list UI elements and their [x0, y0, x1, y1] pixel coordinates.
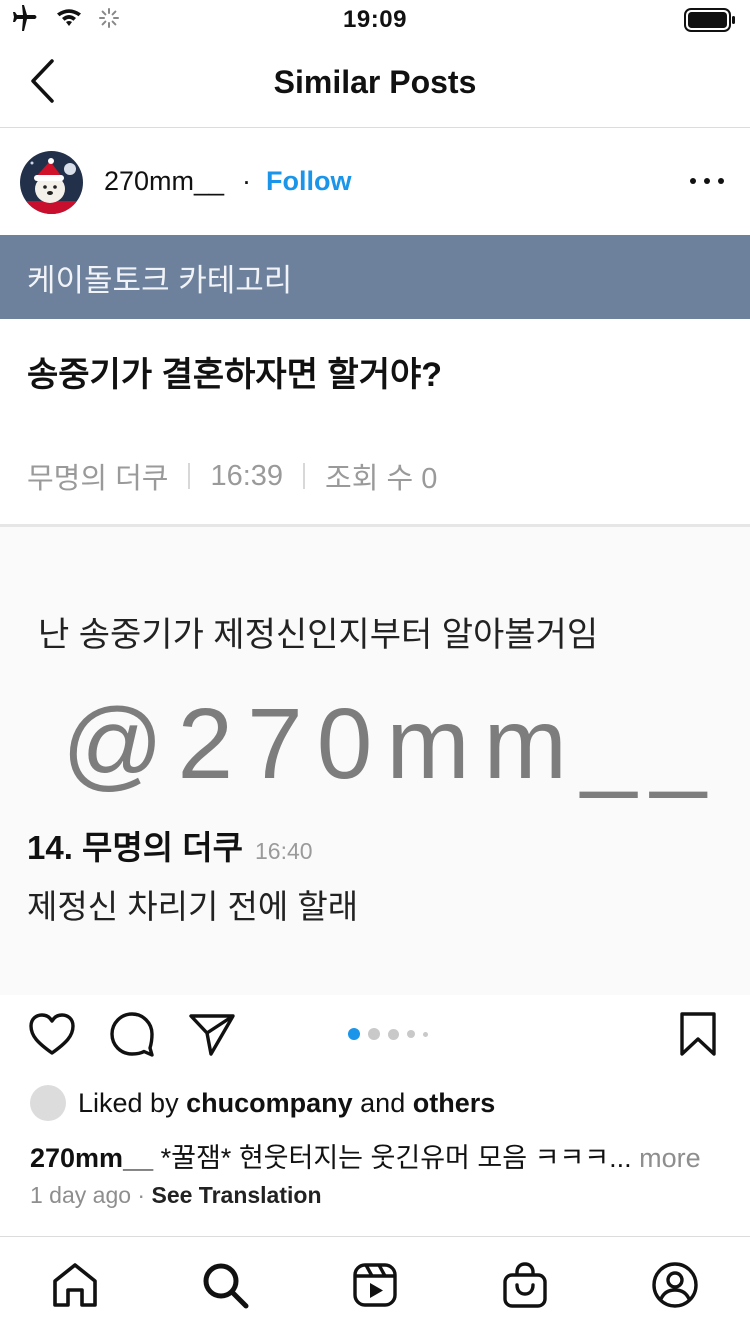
- ellipsis-dot: [718, 178, 724, 184]
- more-options-button[interactable]: [690, 169, 724, 193]
- post-meta: 무명의 더쿠 16:39 조회 수 0: [27, 455, 437, 497]
- separator-dot: ·: [242, 166, 251, 196]
- comment-text: 제정신 차리기 전에 할래: [27, 888, 359, 925]
- likes-prefix: Liked by: [78, 1087, 179, 1118]
- shop-icon: [502, 1261, 548, 1314]
- heart-icon: [28, 1012, 76, 1061]
- home-icon: [51, 1262, 99, 1313]
- profile-icon: [651, 1261, 699, 1314]
- likes-user[interactable]: chucompany: [186, 1088, 353, 1119]
- post-head-block: 송중기가 결혼하자면 할거야? 무명의 더쿠 16:39 조회 수 0: [0, 319, 750, 524]
- post-headline: 송중기가 결혼하자면 할거야?: [27, 356, 443, 394]
- carousel-dot: [407, 1030, 415, 1038]
- carousel-dot: [388, 1028, 399, 1040]
- status-bar: 19:09: [0, 0, 750, 40]
- share-button[interactable]: [186, 1010, 238, 1062]
- timestamp-row: 1 day ago · See Translation: [30, 1182, 322, 1209]
- post-header: 270mm__ · Follow: [0, 129, 750, 235]
- avatar[interactable]: [20, 151, 83, 214]
- meta-author: 무명의 더쿠: [27, 463, 169, 495]
- comment-button[interactable]: [106, 1010, 158, 1062]
- carousel-dot-active: [348, 1028, 360, 1040]
- tab-home[interactable]: [49, 1261, 101, 1313]
- carousel-dot: [368, 1028, 380, 1040]
- timestamp-dot: ·: [137, 1182, 146, 1208]
- tab-shop[interactable]: [499, 1261, 551, 1313]
- tab-reels[interactable]: [349, 1261, 401, 1313]
- status-time: 19:09: [343, 6, 407, 33]
- category-bar-text: 케이돌토크 카테고리: [27, 263, 293, 298]
- likes-others[interactable]: others: [413, 1088, 496, 1119]
- comment-icon: [109, 1011, 155, 1062]
- comment-time: 16:40: [255, 838, 313, 864]
- carousel-dot: [423, 1031, 428, 1037]
- caption-more-link[interactable]: more: [639, 1143, 701, 1173]
- image-divider: [0, 524, 750, 527]
- comment-name: 14. 무명의 더쿠: [27, 829, 244, 866]
- comment-header: 14. 무명의 더쿠 16:40: [27, 821, 313, 869]
- bookmark-icon: [678, 1011, 718, 1062]
- post-body-text: 난 송중기가 제정신인지부터 알아볼거임: [38, 616, 599, 654]
- page-title: Similar Posts: [273, 64, 477, 100]
- carousel-indicator: [348, 1028, 428, 1040]
- liker-avatar: [30, 1085, 66, 1121]
- tab-bar: [0, 1236, 750, 1334]
- search-icon: [201, 1261, 249, 1314]
- meta-divider: [303, 463, 306, 489]
- battery-icon: [684, 8, 736, 37]
- follow-button[interactable]: Follow: [266, 166, 351, 197]
- caption-text: *꿀잼* 현웃터지는 웃긴유머 모음 ㅋㅋㅋ...: [160, 1143, 632, 1173]
- tab-search[interactable]: [199, 1261, 251, 1313]
- caption: 270mm__ *꿀잼* 현웃터지는 웃긴유머 모음 ㅋㅋㅋ... more: [30, 1136, 701, 1175]
- likes-connector: and: [360, 1087, 406, 1118]
- caption-username[interactable]: 270mm__: [30, 1143, 153, 1173]
- likes-row[interactable]: Liked by chucompany and others: [30, 1084, 495, 1122]
- ellipsis-dot: [704, 178, 710, 184]
- like-button[interactable]: [26, 1010, 78, 1062]
- reels-icon: [352, 1262, 398, 1313]
- meta-time: 16:39: [210, 459, 284, 492]
- post-image[interactable]: 케이돌토크 카테고리 송중기가 결혼하자면 할거야? 무명의 더쿠 16:39 …: [0, 235, 750, 995]
- post-timestamp: 1 day ago: [30, 1182, 132, 1208]
- meta-views: 조회 수 0: [325, 463, 438, 495]
- see-translation-link[interactable]: See Translation: [151, 1182, 321, 1208]
- ellipsis-icon: [690, 178, 696, 184]
- save-button[interactable]: [672, 1010, 724, 1062]
- nav-bar: Similar Posts: [0, 40, 750, 128]
- meta-divider: [188, 463, 191, 489]
- watermark: @270mm__: [62, 688, 721, 800]
- category-bar: 케이돌토크 카테고리: [0, 235, 750, 319]
- post-username[interactable]: 270mm__: [104, 166, 224, 197]
- post-actions: [0, 995, 750, 1075]
- tab-profile[interactable]: [649, 1261, 701, 1313]
- send-icon: [188, 1012, 236, 1061]
